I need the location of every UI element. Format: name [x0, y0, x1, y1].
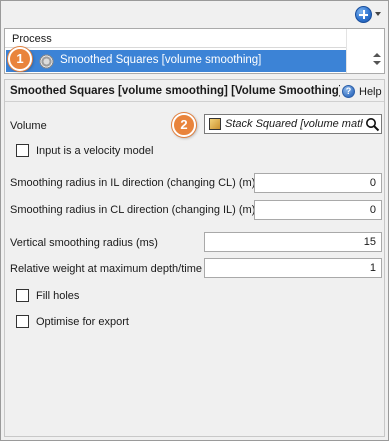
velocity-model-checkbox[interactable] [16, 144, 29, 157]
parameters-panel: Smoothed Squares [volume smoothing] [Vol… [4, 80, 385, 437]
optimise-export-label: Optimise for export [36, 316, 129, 328]
chevron-down-icon[interactable] [375, 12, 381, 16]
volume-picker[interactable]: Stack Squared [volume math] [204, 114, 382, 134]
relative-weight-input[interactable]: 1 [204, 258, 382, 278]
toolbar [1, 1, 388, 27]
fill-holes-label: Fill holes [36, 290, 80, 302]
vertical-radius-input[interactable]: 15 [204, 232, 382, 252]
gear-icon [39, 54, 54, 69]
cl-radius-label: Smoothing radius in CL direction (changi… [10, 204, 256, 216]
il-radius-label: Smoothing radius in IL direction (changi… [10, 177, 256, 189]
process-list[interactable]: Process Smoothed Squares [volume smoothi… [4, 28, 385, 74]
volume-label: Volume [10, 120, 47, 132]
search-icon[interactable] [365, 117, 380, 132]
title-divider [5, 101, 384, 102]
callout-badge-1: 1 [8, 47, 32, 71]
optimise-export-checkbox[interactable] [16, 315, 29, 328]
fill-holes-checkbox[interactable] [16, 289, 29, 302]
relative-weight-label: Relative weight at maximum depth/time [10, 263, 202, 275]
help-link[interactable]: Help [359, 86, 382, 98]
scroll-down-icon[interactable] [373, 61, 381, 65]
vertical-radius-label: Vertical smoothing radius (ms) [10, 237, 158, 249]
panel-title: Smoothed Squares [volume smoothing] [Vol… [10, 85, 340, 97]
column-divider [346, 29, 347, 73]
volume-cube-icon [209, 118, 221, 130]
plus-circle-icon[interactable] [355, 6, 372, 23]
scroll-up-icon[interactable] [373, 53, 381, 57]
callout-badge-2: 2 [172, 113, 196, 137]
process-column-header: Process [5, 29, 346, 48]
help-icon[interactable]: ? [342, 85, 355, 98]
process-item-label: Smoothed Squares [volume smoothing] [60, 54, 262, 66]
volume-value: Stack Squared [volume math] [225, 118, 363, 130]
cl-radius-input[interactable]: 0 [254, 200, 382, 220]
velocity-model-label: Input is a velocity model [36, 145, 154, 157]
il-radius-input[interactable]: 0 [254, 173, 382, 193]
process-list-item-selected[interactable]: Smoothed Squares [volume smoothing] [6, 50, 346, 72]
